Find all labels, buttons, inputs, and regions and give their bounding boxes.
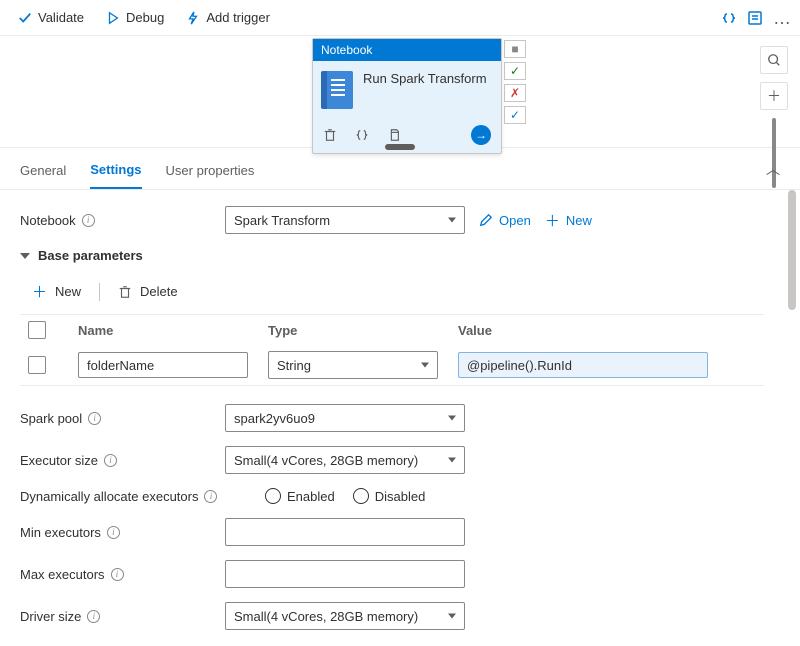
- param-delete-button[interactable]: Delete: [110, 280, 186, 303]
- validate-button[interactable]: Validate: [8, 6, 94, 29]
- col-name: Name: [78, 323, 268, 338]
- info-icon[interactable]: i: [104, 454, 117, 467]
- min-exec-input[interactable]: [225, 518, 465, 546]
- tab-general[interactable]: General: [20, 157, 66, 188]
- notebook-label: Notebook i: [20, 213, 225, 228]
- more-icon[interactable]: …: [773, 13, 792, 23]
- base-parameters-header[interactable]: Base parameters: [20, 248, 764, 263]
- chevron-down-icon: [20, 253, 30, 259]
- caret-icon: [448, 458, 456, 463]
- driver-size-select[interactable]: Small(4 vCores, 28GB memory): [225, 602, 465, 630]
- settings-form: Notebook i Spark Transform Open ＋ New Ba…: [0, 190, 800, 646]
- spark-pool-row: Spark pooli spark2yv6uo9: [20, 404, 764, 432]
- caret-icon: [448, 614, 456, 619]
- open-button[interactable]: Open: [479, 213, 531, 228]
- table-row: folderName String @pipeline().RunId: [20, 345, 764, 385]
- toolbar: Validate Debug Add trigger …: [0, 0, 800, 36]
- spark-pool-label: Spark pooli: [20, 411, 225, 426]
- notebook-activity[interactable]: Notebook Run Spark Transform →: [312, 38, 502, 154]
- status-indicators: ■ ✓ ✗ ✓: [504, 40, 526, 124]
- param-type-select[interactable]: String: [268, 351, 438, 379]
- radio-enabled[interactable]: Enabled: [265, 488, 335, 504]
- toolbar-right: …: [721, 10, 792, 26]
- collapse-icon[interactable]: ︿: [766, 159, 780, 187]
- caret-icon: [421, 363, 429, 368]
- add-button[interactable]: ＋: [760, 82, 788, 110]
- param-value-input[interactable]: @pipeline().RunId: [458, 352, 708, 378]
- info-icon[interactable]: i: [107, 526, 120, 539]
- activity-body: Run Spark Transform: [313, 61, 501, 119]
- properties-icon[interactable]: [747, 10, 763, 26]
- dyn-alloc-label: Dynamically allocate executorsi: [20, 489, 265, 504]
- pipeline-canvas[interactable]: ■ ✓ ✗ ✓ Notebook Run Spark Transform → ＋: [0, 36, 800, 148]
- tab-user-properties[interactable]: User properties: [166, 157, 255, 188]
- status-running-icon: ✓: [504, 106, 526, 124]
- params-grid: Name Type Value folderName String @pipel…: [20, 314, 764, 386]
- new-button[interactable]: ＋ New: [545, 210, 592, 231]
- spark-pool-select[interactable]: spark2yv6uo9: [225, 404, 465, 432]
- driver-size-label: Driver sizei: [20, 609, 225, 624]
- max-exec-row: Max executorsi: [20, 560, 764, 588]
- info-icon[interactable]: i: [111, 568, 124, 581]
- debug-label: Debug: [126, 10, 164, 25]
- status-fail-icon: ✗: [504, 84, 526, 102]
- radio-dot: [265, 488, 281, 504]
- add-trigger-button[interactable]: Add trigger: [176, 6, 280, 29]
- copy-icon[interactable]: [387, 128, 401, 142]
- notebook-value: Spark Transform: [234, 213, 330, 228]
- caret-icon: [448, 416, 456, 421]
- executor-size-label: Executor sizei: [20, 453, 225, 468]
- caret-icon: [448, 218, 456, 223]
- validate-label: Validate: [38, 10, 84, 25]
- status-success-icon: ✓: [504, 62, 526, 80]
- grid-header: Name Type Value: [20, 315, 764, 345]
- dyn-alloc-row: Dynamically allocate executorsi Enabled …: [20, 488, 764, 504]
- tab-settings[interactable]: Settings: [90, 156, 141, 189]
- min-exec-label: Min executorsi: [20, 525, 225, 540]
- info-icon[interactable]: i: [204, 490, 217, 503]
- activity-title: Run Spark Transform: [363, 71, 487, 88]
- detail-tabs: General Settings User properties ︿: [0, 148, 800, 190]
- expression-icon[interactable]: [355, 128, 369, 142]
- dyn-alloc-radios: Enabled Disabled: [265, 488, 425, 504]
- radio-disabled[interactable]: Disabled: [353, 488, 426, 504]
- notebook-select[interactable]: Spark Transform: [225, 206, 465, 234]
- radio-dot: [353, 488, 369, 504]
- param-new-button[interactable]: ＋New: [24, 277, 89, 306]
- separator: [99, 283, 100, 301]
- max-exec-input[interactable]: [225, 560, 465, 588]
- param-name-input[interactable]: folderName: [78, 352, 248, 378]
- scrollbar-form[interactable]: [788, 190, 796, 310]
- col-type: Type: [268, 323, 458, 338]
- notebook-icon: [321, 71, 353, 109]
- col-value: Value: [458, 323, 718, 338]
- activity-type-label: Notebook: [321, 43, 372, 57]
- executor-size-select[interactable]: Small(4 vCores, 28GB memory): [225, 446, 465, 474]
- select-all-checkbox[interactable]: [28, 321, 46, 339]
- row-checkbox[interactable]: [28, 356, 46, 374]
- max-exec-label: Max executorsi: [20, 567, 225, 582]
- navigate-icon[interactable]: →: [471, 125, 491, 145]
- activity-header: Notebook: [313, 39, 501, 61]
- info-icon[interactable]: i: [82, 214, 95, 227]
- delete-icon[interactable]: [323, 128, 337, 142]
- zoom-fit-button[interactable]: [760, 46, 788, 74]
- notebook-row: Notebook i Spark Transform Open ＋ New: [20, 206, 764, 234]
- param-toolbar: ＋New Delete: [20, 273, 764, 314]
- min-exec-row: Min executorsi: [20, 518, 764, 546]
- executor-size-row: Executor sizei Small(4 vCores, 28GB memo…: [20, 446, 764, 474]
- code-icon[interactable]: [721, 10, 737, 26]
- debug-button[interactable]: Debug: [96, 6, 174, 29]
- driver-size-row: Driver sizei Small(4 vCores, 28GB memory…: [20, 602, 764, 630]
- info-icon[interactable]: i: [87, 610, 100, 623]
- add-trigger-label: Add trigger: [206, 10, 270, 25]
- toolbar-left: Validate Debug Add trigger: [8, 6, 280, 29]
- status-neutral-icon: ■: [504, 40, 526, 58]
- info-icon[interactable]: i: [88, 412, 101, 425]
